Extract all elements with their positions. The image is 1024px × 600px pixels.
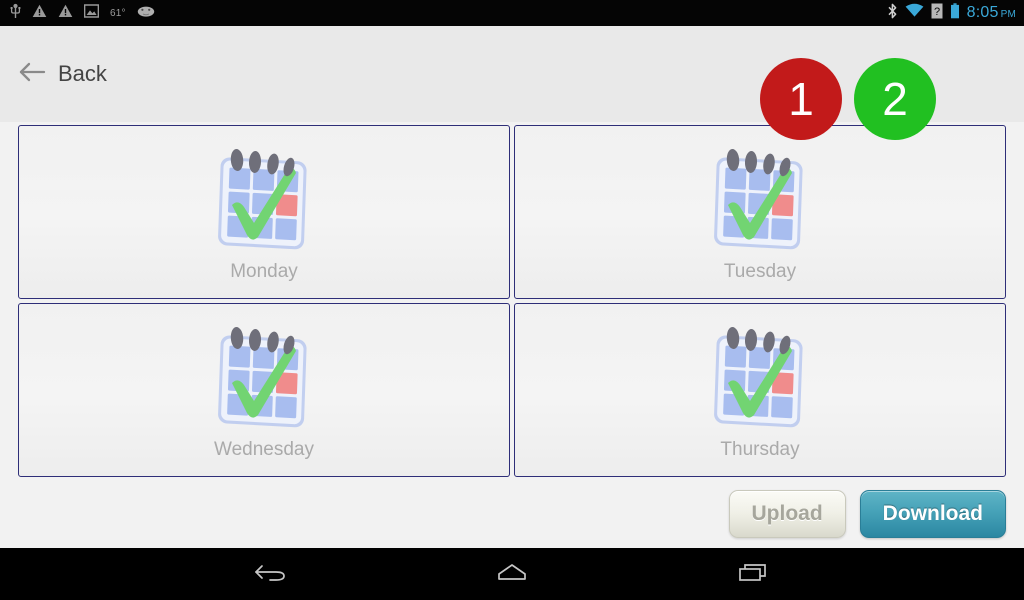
warning-triangle-icon-2: [58, 4, 73, 23]
status-bar-left-icons: 61°: [10, 3, 155, 24]
status-temperature: 61°: [110, 7, 126, 19]
home-icon: [495, 560, 529, 589]
day-card-tuesday[interactable]: Tuesday: [514, 125, 1006, 299]
usb-icon: [10, 3, 21, 24]
upload-button[interactable]: Upload: [728, 489, 846, 538]
day-card-grid: Monday Tuesday Wednesday Thursday: [18, 125, 1006, 477]
download-button[interactable]: Download: [859, 489, 1006, 538]
back-button[interactable]: Back: [18, 61, 107, 88]
system-navigation-bar: [0, 548, 1024, 600]
arrow-left-icon: [18, 61, 46, 88]
day-card-label: Wednesday: [214, 439, 314, 460]
step-badge-2-label: 2: [882, 73, 908, 125]
back-button-label: Back: [58, 61, 107, 86]
battery-icon: [950, 2, 960, 24]
calendar-check-icon: [708, 143, 812, 255]
app-header: Back 1 2: [0, 26, 1024, 140]
back-arrow-icon: [254, 560, 288, 589]
bluetooth-icon: [887, 3, 898, 24]
nav-recents-button[interactable]: [721, 554, 785, 594]
step-badge-1-label: 1: [788, 73, 814, 125]
calendar-check-icon: [708, 321, 812, 433]
wifi-icon: [905, 3, 924, 23]
day-card-monday[interactable]: Monday: [18, 125, 510, 299]
status-bar-right-icons: ? 8:05 PM: [887, 2, 1016, 24]
warning-triangle-icon: [32, 4, 47, 23]
step-badges: 1 2: [760, 58, 936, 140]
nav-home-button[interactable]: [480, 554, 544, 594]
nav-back-button[interactable]: [239, 554, 303, 594]
recent-apps-icon: [736, 560, 770, 589]
day-card-wednesday[interactable]: Wednesday: [18, 303, 510, 477]
main-content: Monday Tuesday Wednesday Thursday Upload…: [0, 122, 1024, 548]
status-bar: 61° ? 8:05 PM: [0, 0, 1024, 26]
clock-time: 8:05: [966, 4, 999, 21]
day-card-label: Monday: [230, 261, 298, 282]
calendar-check-icon: [212, 321, 316, 433]
svg-text:?: ?: [934, 6, 940, 18]
clock-meridiem: PM: [1000, 9, 1016, 20]
cloud-icon: [137, 4, 155, 22]
step-badge-2[interactable]: 2: [854, 58, 936, 140]
step-badge-1[interactable]: 1: [760, 58, 842, 140]
day-card-label: Thursday: [720, 439, 800, 460]
action-bar: Upload Download: [18, 489, 1006, 548]
status-clock: 8:05 PM: [967, 4, 1016, 22]
day-card-thursday[interactable]: Thursday: [514, 303, 1006, 477]
image-icon: [83, 3, 100, 23]
unknown-sim-icon: ?: [931, 3, 943, 24]
calendar-check-icon: [212, 143, 316, 255]
tablet-screen: 61° ? 8:05 PM Back 1 2 Monday Tuesday We…: [0, 0, 1024, 600]
day-card-label: Tuesday: [723, 261, 797, 282]
